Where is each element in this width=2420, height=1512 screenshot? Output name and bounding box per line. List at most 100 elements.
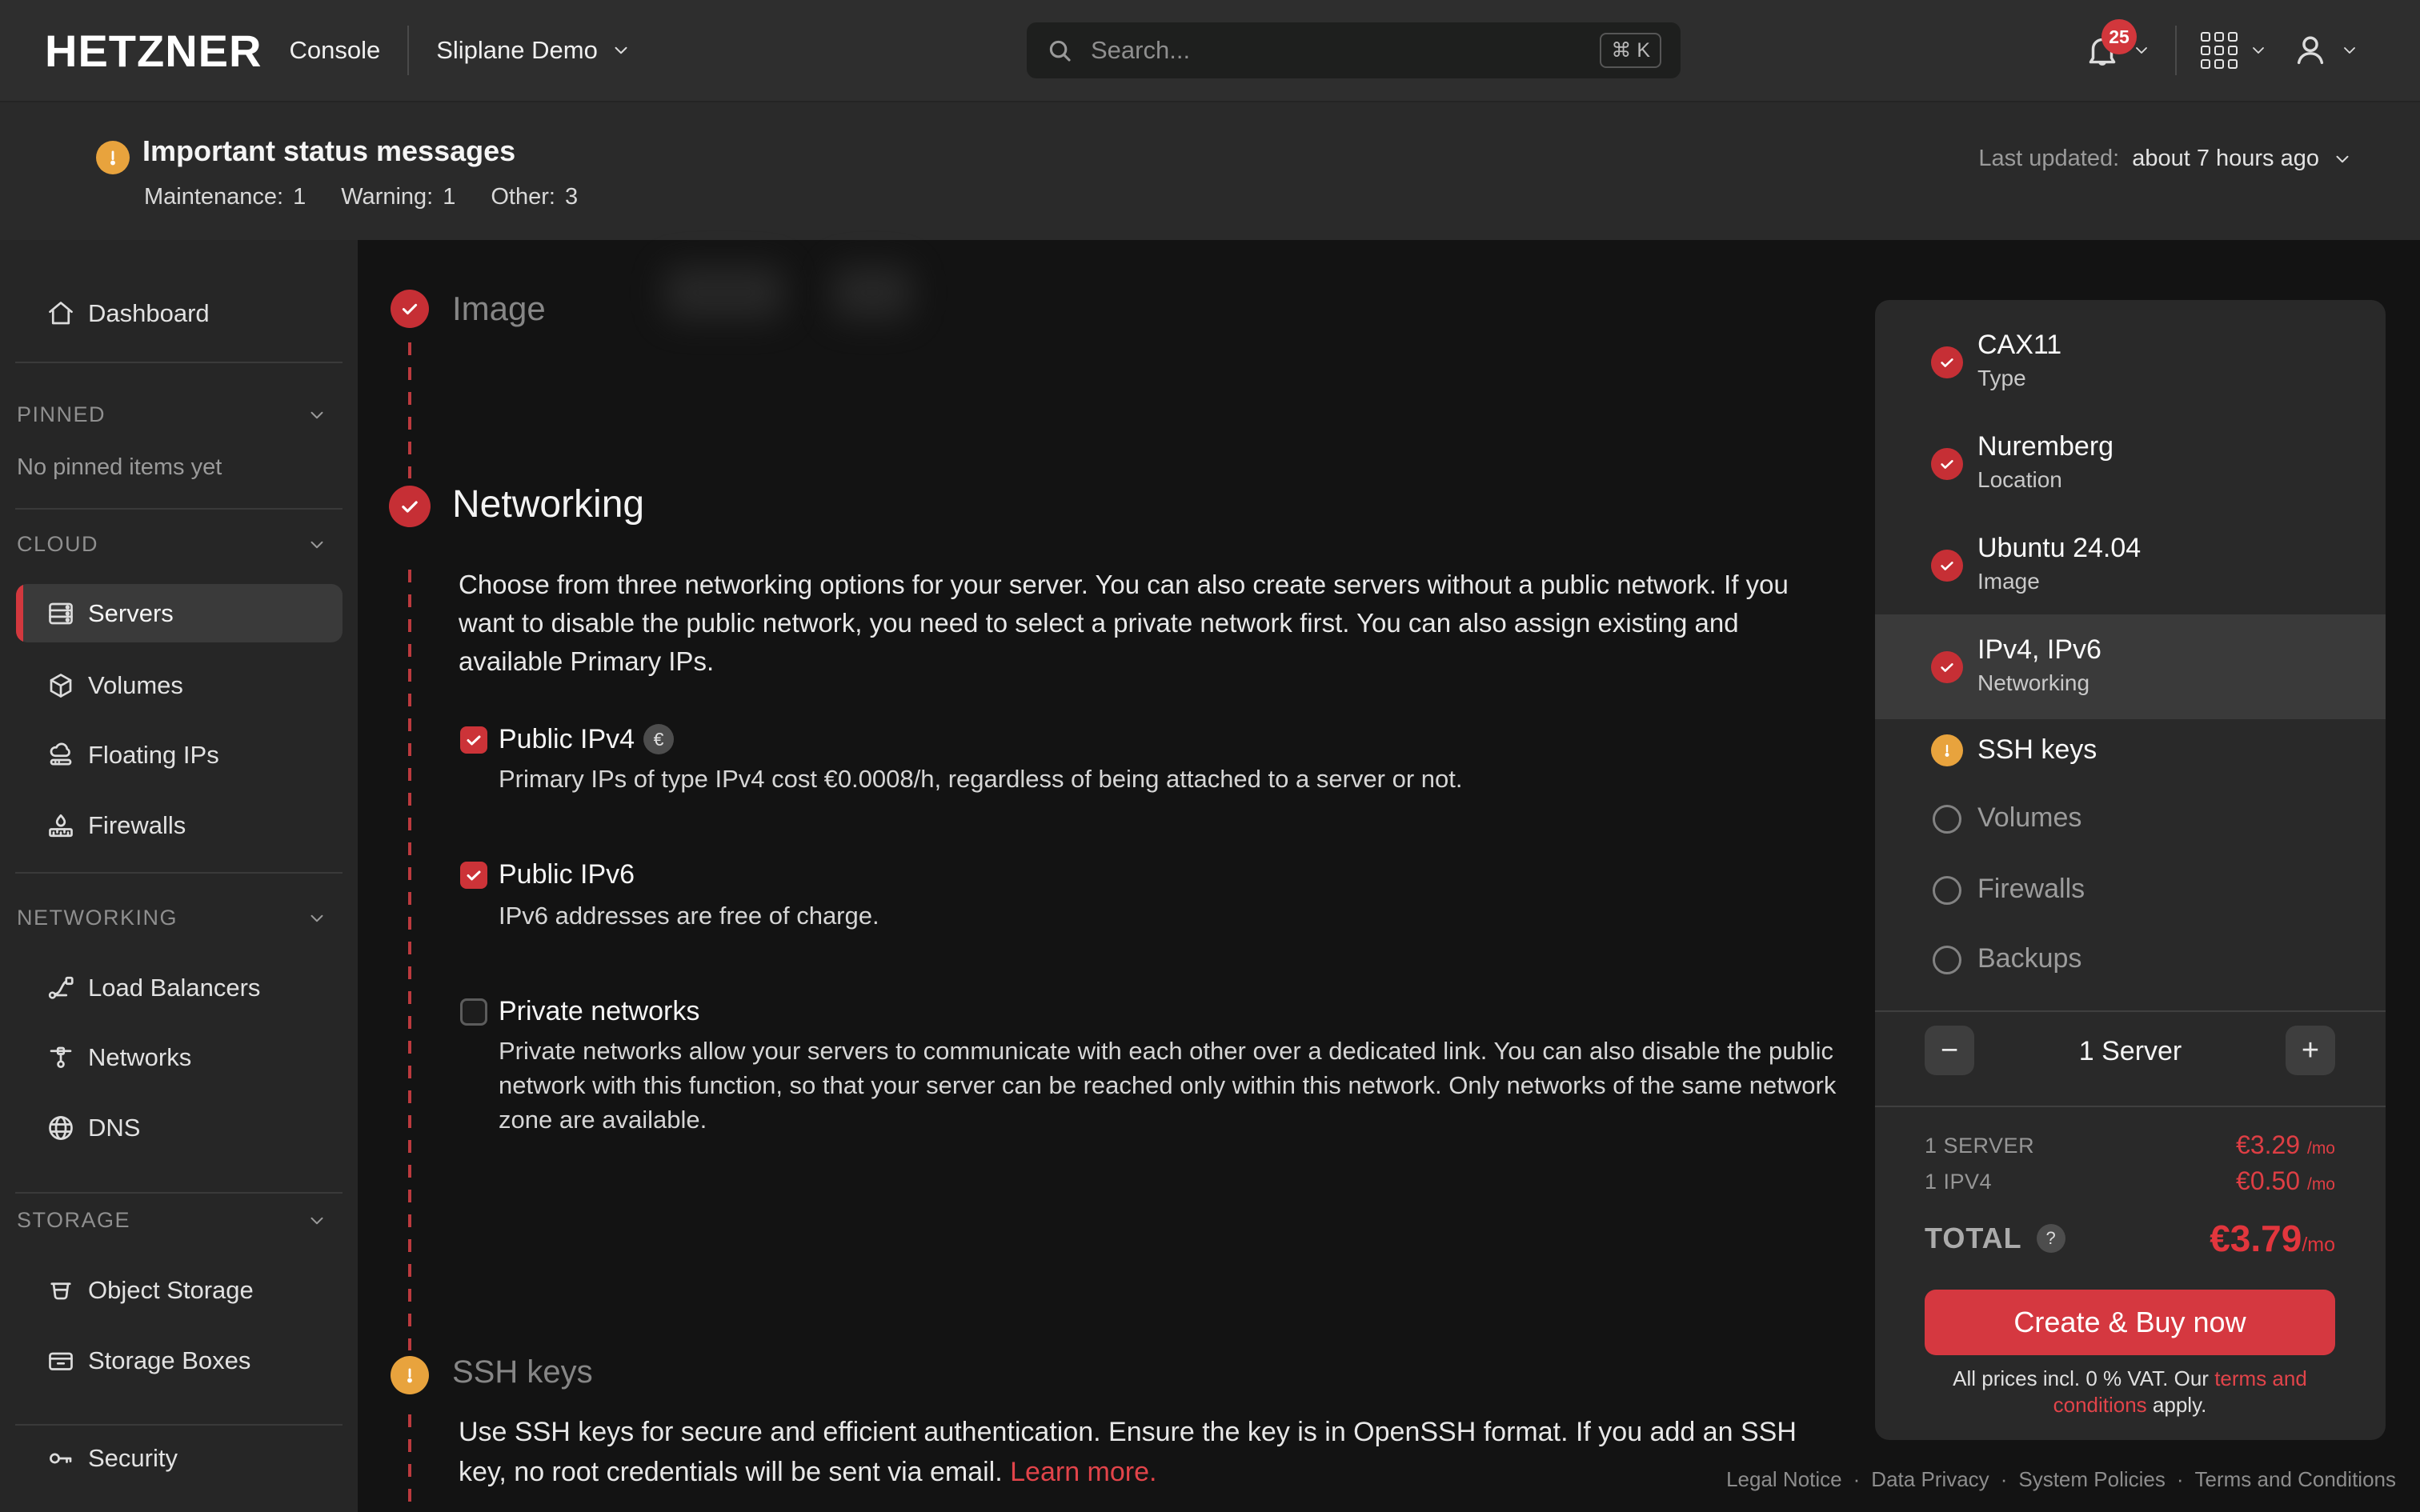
search-input[interactable] [1089,35,1584,66]
sidebar-item-label: Floating IPs [88,741,219,770]
divider [15,362,343,363]
summary-step-firewalls[interactable]: Firewalls [1977,874,2085,905]
sidebar-item-firewalls[interactable]: Firewalls [0,797,358,854]
sidebar-item-load-balancers[interactable]: Load Balancers [0,959,358,1017]
account-menu-button[interactable] [2292,32,2359,69]
storage-box-icon [46,1346,75,1375]
empty-step-icon [1933,805,1961,834]
warning-count: 1 [443,184,455,210]
private-networks-checkbox[interactable] [460,998,487,1026]
section-label: CLOUD [17,532,98,557]
other-label: Other: [491,184,555,210]
footer-link-terms[interactable]: Terms and Conditions [2195,1467,2396,1492]
divider [15,1424,343,1426]
increase-server-count-button[interactable]: + [2286,1026,2335,1075]
vat-note-pre: All prices incl. 0 % VAT. Our [1953,1366,2214,1390]
section-title-ssh-keys: SSH keys [452,1354,593,1390]
check-icon [1931,346,1963,378]
summary-step-type[interactable]: CAX11 [1977,330,2061,361]
summary-step-image[interactable]: Ubuntu 24.04 [1977,533,2141,564]
sidebar-item-security[interactable]: Security [0,1430,358,1487]
footer-link-legal-notice[interactable]: Legal Notice [1726,1467,1842,1492]
sidebar-item-networks[interactable]: Networks [0,1029,358,1086]
public-ipv4-checkbox[interactable] [460,726,487,754]
project-switcher[interactable]: Sliplane Demo [436,36,631,65]
public-ipv6-label[interactable]: Public IPv6 [499,859,635,890]
summary-step-volumes[interactable]: Volumes [1977,802,2081,834]
firewall-icon [46,811,75,840]
globe-icon [46,1114,75,1142]
user-icon [2292,32,2329,69]
blurred-content [832,266,912,320]
sidebar-item-label: Load Balancers [88,974,260,1002]
total-price: €3.79/mo [2210,1217,2335,1260]
pinned-empty-text: No pinned items yet [17,454,222,481]
help-icon[interactable]: ? [2037,1224,2065,1253]
total-label: TOTAL [1925,1222,2022,1255]
server-icon [46,599,75,628]
footer-link-system-policies[interactable]: System Policies [2018,1467,2166,1492]
section-title-networking: Networking [452,482,644,526]
hetzner-logo[interactable]: HETZNER [45,25,262,77]
summary-step-backups[interactable]: Backups [1977,943,2081,974]
ssh-description: Use SSH keys for secure and efficient au… [459,1412,1851,1492]
sidebar-section-cloud[interactable]: CLOUD [17,532,327,557]
chevron-down-icon [307,405,327,426]
learn-more-link[interactable]: Learn more. [1010,1457,1156,1487]
chevron-down-icon [2340,41,2359,60]
price-unit: /mo [2307,1139,2335,1158]
summary-step-ssh-keys[interactable]: SSH keys [1977,734,2097,766]
summary-step-networking[interactable]: IPv4, IPv6 [1977,634,2101,666]
warning-icon [1931,734,1963,766]
search-bar[interactable]: ⌘ K [1027,22,1681,78]
search-shortcut-hint: ⌘ K [1600,33,1661,68]
sidebar-item-object-storage[interactable]: Object Storage [0,1262,358,1319]
check-icon [464,866,483,885]
sidebar-section-networking[interactable]: NETWORKING [17,906,327,930]
home-icon [46,299,75,328]
public-ipv6-checkbox[interactable] [460,862,487,889]
sidebar: Dashboard PINNED No pinned items yet CLO… [0,240,358,1512]
notifications-button[interactable]: 25 [2084,32,2151,69]
blurred-content [664,266,784,320]
vat-note: All prices incl. 0 % VAT. Our terms and … [1925,1366,2335,1418]
sidebar-item-volumes[interactable]: Volumes [0,657,358,714]
sidebar-section-storage[interactable]: STORAGE [17,1208,327,1233]
chevron-down-icon [307,908,327,929]
footer-link-data-privacy[interactable]: Data Privacy [1871,1467,1989,1492]
last-updated-label: Last updated: [1978,146,2119,172]
other-count: 3 [565,184,578,210]
network-icon [46,1043,75,1072]
sidebar-item-dns[interactable]: DNS [0,1099,358,1157]
sidebar-item-floating-ips[interactable]: Floating IPs [0,726,358,784]
last-updated-value: about 7 hours ago [2132,146,2319,172]
footer-separator: · [2177,1467,2184,1492]
divider [15,508,343,510]
apps-menu-button[interactable] [2201,32,2268,69]
check-icon [1931,651,1963,683]
public-ipv6-description: IPv6 addresses are free of charge. [499,898,1859,933]
status-message-bar: Important status messages Maintenance:1 … [0,102,2420,240]
check-icon [464,730,483,750]
last-updated-dropdown[interactable]: Last updated: about 7 hours ago [1978,146,2353,172]
sidebar-item-storage-boxes[interactable]: Storage Boxes [0,1332,358,1390]
section-label: NETWORKING [17,906,178,930]
create-and-buy-button[interactable]: Create & Buy now [1925,1290,2335,1355]
public-ipv4-label[interactable]: Public IPv4 [499,724,635,755]
divider [1875,1106,2386,1107]
maintenance-label: Maintenance: [144,184,283,210]
private-networks-label[interactable]: Private networks [499,996,699,1027]
status-counts: Maintenance:1 Warning:1 Other:3 [144,184,578,210]
sidebar-item-dashboard[interactable]: Dashboard [0,285,358,342]
summary-step-location-sub: Location [1977,467,2062,493]
total-label-row: TOTAL ? [1925,1222,2065,1255]
divider [15,1192,343,1194]
notification-count-badge: 25 [2101,19,2137,54]
price-row-value: €0.50 /mo [2236,1166,2335,1196]
divider [1875,1010,2386,1012]
vat-note-post: apply. [2147,1393,2207,1417]
summary-step-location[interactable]: Nuremberg [1977,431,2113,462]
chevron-down-icon [307,1210,327,1231]
sidebar-section-pinned[interactable]: PINNED [17,402,327,427]
sidebar-item-servers[interactable]: Servers [16,584,343,642]
